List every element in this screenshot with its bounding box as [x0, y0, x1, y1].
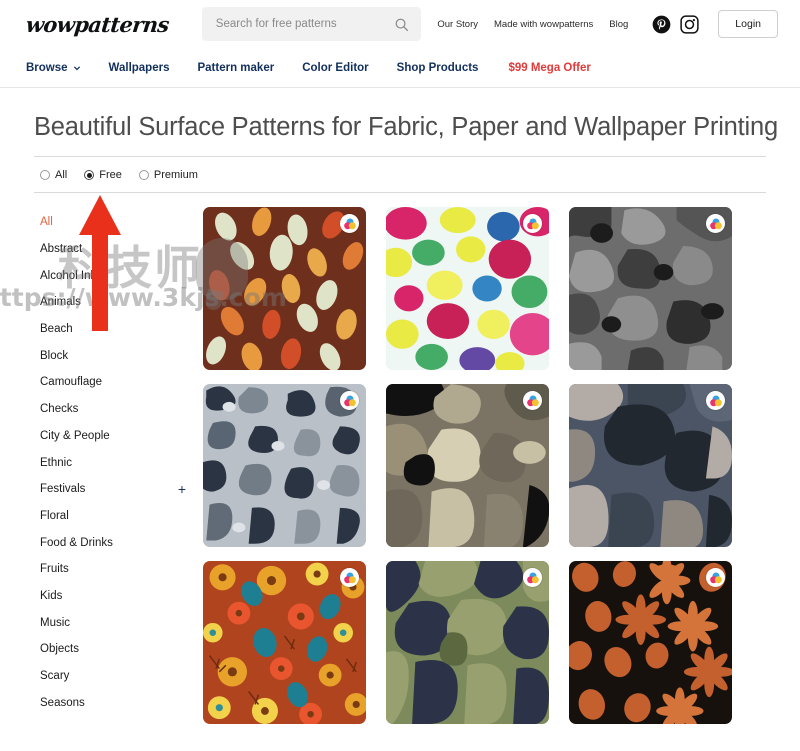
- color-editor-icon[interactable]: [706, 214, 725, 233]
- red-up-arrow-annotation: [79, 195, 121, 331]
- site-header: wowpatterns Our Story Made with wowpatte…: [0, 0, 800, 48]
- sidebar-item-scary[interactable]: Scary: [34, 663, 200, 690]
- sidebar-item-kids[interactable]: Kids: [34, 583, 200, 610]
- color-editor-icon[interactable]: [340, 568, 359, 587]
- sidebar-label: Kids: [40, 589, 63, 602]
- sidebar-label: Objects: [40, 643, 79, 656]
- filter-radio-premium[interactable]: Premium: [138, 169, 198, 181]
- sidebar-label: Scary: [40, 670, 70, 683]
- sidebar-item-camouflage[interactable]: Camouflage: [34, 369, 200, 396]
- color-editor-icon[interactable]: [523, 214, 542, 233]
- title-section: Beautiful Surface Patterns for Fabric, P…: [0, 88, 800, 157]
- pinterest-icon[interactable]: [652, 15, 671, 34]
- sidebar-label: Festivals: [40, 483, 86, 496]
- pattern-card-olive-tan-camouflage[interactable]: [386, 384, 549, 547]
- page-root: wowpatterns Our Story Made with wowpatte…: [0, 0, 800, 751]
- radio-free-indicator[interactable]: [84, 170, 95, 180]
- pattern-card-navy-grey-camouflage[interactable]: [569, 384, 732, 547]
- price-filter-group: All Free Premium: [34, 157, 766, 193]
- sidebar-label: Fruits: [40, 563, 69, 576]
- filter-radio-all[interactable]: All: [40, 169, 67, 181]
- header-link-our-story[interactable]: Our Story: [437, 19, 478, 30]
- pattern-thumbnail: [569, 561, 732, 724]
- pattern-thumbnail: [203, 561, 366, 724]
- pattern-grid: [200, 207, 766, 724]
- nav-item-mega-offer[interactable]: $99 Mega Offer: [508, 62, 590, 74]
- site-logo[interactable]: wowpatterns: [25, 12, 170, 37]
- color-editor-icon[interactable]: [706, 568, 725, 587]
- sidebar-label: Food & Drinks: [40, 536, 113, 549]
- search-box[interactable]: [201, 7, 422, 41]
- search-input[interactable]: [215, 18, 395, 30]
- sidebar-label: Music: [40, 616, 71, 629]
- sidebar-label: Animals: [40, 296, 81, 309]
- pattern-card-grey-camouflage[interactable]: [569, 207, 732, 370]
- pattern-card-blue-grey-digital-camouflage[interactable]: [203, 384, 366, 547]
- sidebar-item-checks[interactable]: Checks: [34, 396, 200, 423]
- pattern-card-watercolor-floral-pink[interactable]: [386, 207, 549, 370]
- sidebar-label: Seasons: [40, 696, 85, 709]
- sidebar-label: City & People: [40, 429, 110, 442]
- sidebar-item-festivals[interactable]: Festivals +: [34, 476, 200, 503]
- color-editor-icon[interactable]: [706, 391, 725, 410]
- pattern-card-autumn-leaves-brown[interactable]: [203, 207, 366, 370]
- nav-item-browse-label: Browse: [26, 61, 68, 74]
- radio-premium-indicator[interactable]: [138, 170, 149, 180]
- nav-item-shop-products[interactable]: Shop Products: [397, 62, 479, 74]
- pattern-thumbnail: [203, 207, 366, 370]
- sidebar-label: Ethnic: [40, 456, 72, 469]
- pattern-thumbnail: [386, 207, 549, 370]
- sidebar-item-food-drinks[interactable]: Food & Drinks: [34, 529, 200, 556]
- chevron-down-icon: [73, 65, 80, 70]
- radio-all-indicator[interactable]: [40, 170, 50, 180]
- filter-label-premium: Premium: [153, 169, 198, 181]
- nav-item-wallpapers[interactable]: Wallpapers: [109, 62, 170, 74]
- sidebar-item-city-people[interactable]: City & People: [34, 423, 200, 450]
- pattern-thumbnail: [203, 384, 366, 547]
- color-editor-icon[interactable]: [340, 214, 359, 233]
- sidebar-label: Floral: [40, 509, 69, 522]
- search-icon[interactable]: [394, 17, 409, 32]
- pattern-card-green-navy-camouflage[interactable]: [386, 561, 549, 724]
- social-links: [652, 14, 699, 34]
- header-link-blog[interactable]: Blog: [609, 19, 628, 30]
- color-editor-icon[interactable]: [523, 391, 542, 410]
- nav-item-pattern-maker[interactable]: Pattern maker: [197, 62, 274, 74]
- sidebar-item-seasons[interactable]: Seasons: [34, 689, 200, 716]
- instagram-icon[interactable]: [680, 14, 699, 34]
- sidebar-item-objects[interactable]: Objects: [34, 636, 200, 663]
- pattern-card-autumn-flowers-rust[interactable]: [203, 561, 366, 724]
- sidebar-label: Block: [40, 349, 69, 362]
- pattern-thumbnail: [569, 207, 732, 370]
- sidebar-item-block[interactable]: Block: [34, 342, 200, 369]
- sidebar-item-fruits[interactable]: Fruits: [34, 556, 200, 583]
- pattern-thumbnail: [386, 561, 549, 724]
- sidebar-label: All: [40, 216, 53, 229]
- pattern-thumbnail: [569, 384, 732, 547]
- header-link-made-with[interactable]: Made with wowpatterns: [494, 19, 593, 30]
- sidebar-label: Checks: [40, 403, 79, 416]
- sidebar-item-ethnic[interactable]: Ethnic: [34, 449, 200, 476]
- filter-label-all: All: [55, 169, 68, 181]
- filter-label-free: Free: [99, 169, 122, 181]
- pattern-thumbnail: [386, 384, 549, 547]
- sidebar-item-music[interactable]: Music: [34, 609, 200, 636]
- filter-radio-free[interactable]: Free: [84, 169, 122, 181]
- login-button[interactable]: Login: [718, 10, 778, 38]
- main-nav: Browse Wallpapers Pattern maker Color Ed…: [0, 48, 800, 88]
- nav-item-color-editor[interactable]: Color Editor: [302, 62, 368, 74]
- nav-item-browse[interactable]: Browse: [26, 62, 81, 74]
- plus-icon[interactable]: +: [178, 482, 186, 496]
- color-editor-icon[interactable]: [340, 391, 359, 410]
- sidebar-label: Beach: [40, 323, 73, 336]
- sidebar-item-floral[interactable]: Floral: [34, 503, 200, 530]
- header-right: Our Story Made with wowpatterns Blog Log…: [421, 10, 778, 38]
- color-editor-icon[interactable]: [523, 568, 542, 587]
- page-title: Beautiful Surface Patterns for Fabric, P…: [34, 113, 778, 141]
- sidebar-label: Camouflage: [40, 376, 103, 389]
- pattern-card-copper-tropical-leaves[interactable]: [569, 561, 732, 724]
